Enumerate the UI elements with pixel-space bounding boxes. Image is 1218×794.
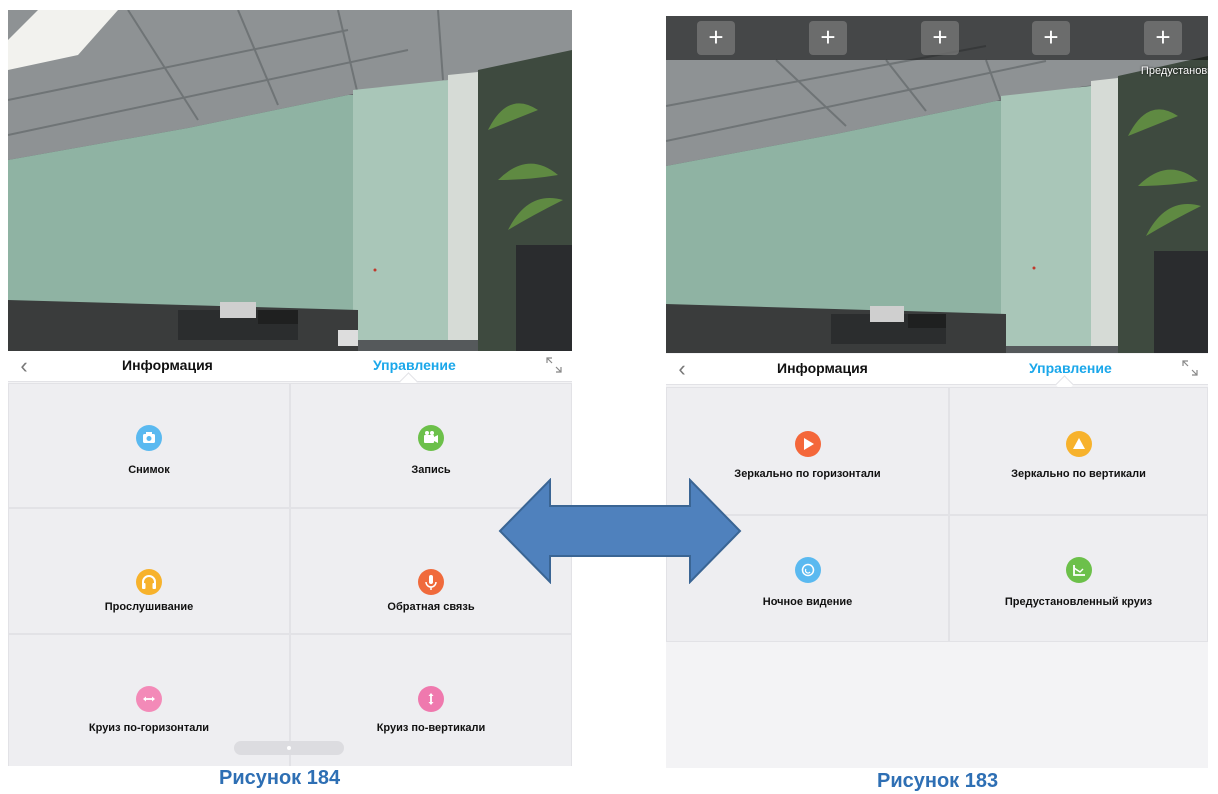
preset-cruise-label: Предустановленный круиз <box>1004 596 1153 608</box>
mirror-vertical-button[interactable]: Зеркально по вертикали <box>949 387 1208 515</box>
microphone-icon <box>418 569 444 595</box>
fullscreen-icon[interactable] <box>546 357 562 373</box>
double-arrow-icon <box>498 478 742 584</box>
add-preset-button-1[interactable]: + <box>697 21 735 55</box>
horizontal-cruise-label: Круиз по-горизонтали <box>88 722 210 734</box>
figure-caption-left: Рисунок 184 <box>219 767 341 789</box>
mirror-vertical-label: Зеркально по вертикали <box>1011 468 1146 480</box>
tab-bar: ‹ Информация Управление <box>8 351 572 391</box>
listen-button[interactable]: Прослушивание <box>8 508 290 634</box>
preset-label: Предустановк <box>1140 65 1208 77</box>
flip-horizontal-icon <box>794 431 821 457</box>
talkback-label: Обратная связь <box>387 601 475 613</box>
vertical-cruise-label: Круиз по-вертикали <box>376 722 486 734</box>
tab-information[interactable]: Информация <box>777 360 868 376</box>
listen-label: Прослушивание <box>104 601 194 613</box>
record-label: Запись <box>411 464 451 476</box>
tab-bar: ‹ Информация Управление <box>666 354 1208 394</box>
vertical-arrows-icon <box>418 686 444 712</box>
flip-vertical-icon <box>1065 431 1092 457</box>
add-preset-button-3[interactable]: + <box>921 21 959 55</box>
horizontal-arrows-icon <box>136 686 162 712</box>
fullscreen-icon[interactable] <box>1182 360 1198 376</box>
night-vision-icon <box>794 557 821 583</box>
add-preset-button-2[interactable]: + <box>809 21 847 55</box>
camera-feed[interactable] <box>8 10 572 351</box>
figure-caption-right: Рисунок 183 <box>877 770 999 792</box>
tab-information[interactable]: Информация <box>122 357 213 373</box>
snapshot-label: Снимок <box>128 464 170 476</box>
app-screen-right: + + + + + Предустановк ‹ Информация Упра… <box>666 16 1208 768</box>
preset-cruise-button[interactable]: Предустановленный круиз <box>949 515 1208 642</box>
tab-control[interactable]: Управление <box>373 357 456 373</box>
tab-control[interactable]: Управление <box>1029 360 1112 376</box>
page-indicator[interactable] <box>234 741 344 755</box>
headphones-icon <box>136 569 162 595</box>
app-screen-left: ‹ Информация Управление Снимок Запись Пр… <box>8 10 572 766</box>
video-camera-icon <box>418 425 444 451</box>
back-chevron-icon[interactable]: ‹ <box>14 353 34 379</box>
add-preset-button-4[interactable]: + <box>1032 21 1070 55</box>
night-vision-label: Ночное видение <box>762 596 853 608</box>
back-chevron-icon[interactable]: ‹ <box>672 356 692 382</box>
snapshot-button[interactable]: Снимок <box>8 383 290 508</box>
camera-feed[interactable]: + + + + + Предустановк <box>666 16 1208 353</box>
camera-icon <box>136 425 162 451</box>
add-preset-button-5[interactable]: + <box>1144 21 1182 55</box>
preset-cruise-icon <box>1065 557 1092 583</box>
